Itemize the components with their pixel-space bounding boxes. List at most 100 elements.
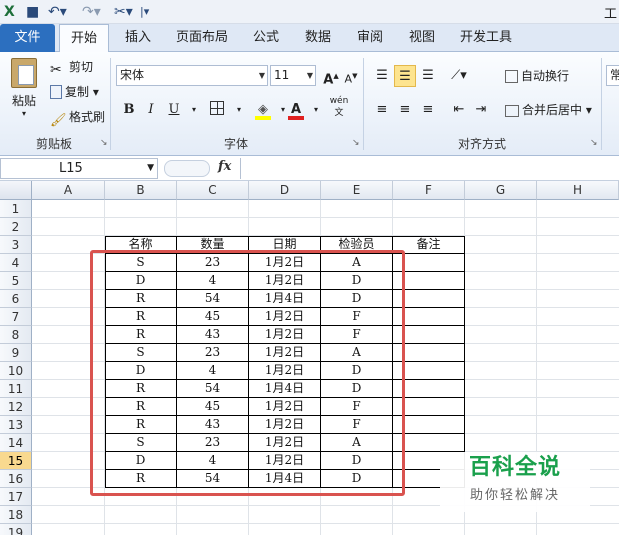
cut-button[interactable]: ✂ 剪切 [50, 58, 93, 78]
align-bottom-button[interactable]: ☰ [417, 65, 439, 87]
row-header-2[interactable]: 2 [0, 218, 32, 236]
row-header-10[interactable]: 10 [0, 362, 32, 380]
formula-bar-divider [164, 160, 210, 177]
format-painter-button[interactable]: 🖌 格式刷 [50, 108, 105, 129]
fill-color-button[interactable]: ◈ [252, 99, 274, 121]
chevron-down-icon: ▼ [147, 163, 154, 173]
excel-logo-icon: X [4, 4, 15, 20]
column-header-a[interactable]: A [32, 181, 105, 200]
merge-cells-icon [505, 105, 519, 117]
grow-font-button[interactable]: A▲ [320, 65, 342, 87]
column-header-g[interactable]: G [465, 181, 537, 200]
align-left-icon: ≡ [376, 102, 388, 117]
border-icon [210, 101, 224, 115]
tab-formulas[interactable]: 公式 [246, 24, 286, 52]
tab-insert[interactable]: 插入 [118, 24, 158, 52]
row-header-9[interactable]: 9 [0, 344, 32, 362]
copy-label: 复制 [65, 85, 90, 99]
wrap-text-button[interactable]: 自动换行 [505, 67, 569, 85]
column-header-b[interactable]: B [105, 181, 177, 200]
row-header-19[interactable]: 19 [0, 524, 32, 535]
window-title: 工 [603, 7, 617, 22]
row-header-8[interactable]: 8 [0, 326, 32, 344]
border-dropdown-icon[interactable]: ▾ [228, 99, 250, 121]
row-header-4[interactable]: 4 [0, 254, 32, 272]
customize-tools-icon[interactable]: ✂▾ [114, 3, 133, 21]
row-header-16[interactable]: 16 [0, 470, 32, 488]
font-color-dropdown-icon[interactable]: ▾ [305, 99, 327, 121]
align-center-button[interactable]: ≡ [394, 99, 416, 121]
column-header-f[interactable]: F [393, 181, 465, 200]
tab-data[interactable]: 数据 [298, 24, 338, 52]
redo-icon[interactable]: ↷▾ [82, 3, 101, 21]
align-middle-button[interactable]: ☰ [394, 65, 416, 87]
alignment-launcher-icon[interactable]: ↘ [590, 138, 598, 148]
undo-icon[interactable]: ↶▾ [48, 3, 67, 21]
row-header-18[interactable]: 18 [0, 506, 32, 524]
column-header-h[interactable]: H [537, 181, 619, 200]
row-header-13[interactable]: 13 [0, 416, 32, 434]
merge-center-label: 合并后居中 [522, 103, 583, 117]
align-right-icon: ≡ [422, 102, 434, 117]
watermark: 百科全说 助你轻松解决 [440, 452, 590, 512]
save-icon[interactable]: ■ [26, 3, 39, 21]
select-all-corner[interactable] [0, 181, 32, 200]
insert-function-icon[interactable]: fx [218, 159, 231, 174]
tab-review[interactable]: 审阅 [350, 24, 390, 52]
font-color-button[interactable]: A [285, 99, 307, 121]
tab-file[interactable]: 文件 [0, 24, 55, 52]
underline-dropdown-icon[interactable]: ▾ [183, 99, 205, 121]
align-left-button[interactable]: ≡ [371, 99, 393, 121]
orientation-button[interactable]: ⟋▾ [448, 65, 470, 87]
shrink-font-button[interactable]: A▼ [340, 65, 362, 87]
customize-qat-icon[interactable]: |▾ [140, 3, 149, 21]
alignment-group-label: 对齐方式 [457, 137, 506, 151]
row-header-3[interactable]: 3 [0, 236, 32, 254]
tab-page-layout[interactable]: 页面布局 [170, 24, 234, 52]
copy-button[interactable]: 复制 ▾ [50, 83, 99, 101]
bold-button[interactable]: B [118, 99, 140, 121]
column-header-d[interactable]: D [249, 181, 321, 200]
align-right-button[interactable]: ≡ [417, 99, 439, 121]
row-header-12[interactable]: 12 [0, 398, 32, 416]
decrease-indent-button[interactable]: ⇤ [448, 99, 470, 121]
tab-home[interactable]: 开始 [59, 24, 109, 53]
clipboard-launcher-icon[interactable]: ↘ [100, 138, 108, 148]
underline-button[interactable]: U [163, 99, 185, 121]
column-header-c[interactable]: C [177, 181, 249, 200]
row-header-15[interactable]: 15 [0, 452, 32, 470]
row-header-6[interactable]: 6 [0, 290, 32, 308]
align-bottom-icon: ☰ [422, 68, 434, 83]
number-format-value: 常 [610, 68, 619, 82]
tab-developer[interactable]: 开发工具 [456, 24, 516, 52]
row-header-14[interactable]: 14 [0, 434, 32, 452]
italic-button[interactable]: I [140, 99, 162, 121]
name-box[interactable]: L15 ▼ [0, 158, 158, 179]
formula-input[interactable] [240, 158, 619, 179]
increase-indent-button[interactable]: ⇥ [470, 99, 492, 121]
clipboard-group-label: 剪贴板 [35, 137, 72, 151]
number-format-combo[interactable]: 常 [606, 65, 619, 86]
font-size-combo[interactable]: 11 ▼ [270, 65, 316, 86]
column-header-e[interactable]: E [321, 181, 393, 200]
orientation-icon: ⟋▾ [451, 68, 467, 83]
merge-center-button[interactable]: 合并后居中 ▾ [505, 101, 592, 119]
tab-view[interactable]: 视图 [402, 24, 442, 52]
border-button[interactable] [206, 99, 228, 121]
align-center-icon: ≡ [399, 102, 411, 117]
paste-button[interactable]: 粘贴 ▾ [8, 58, 40, 118]
row-header-5[interactable]: 5 [0, 272, 32, 290]
row-header-7[interactable]: 7 [0, 308, 32, 326]
row-header-11[interactable]: 11 [0, 380, 32, 398]
font-name-combo[interactable]: 宋体 ▼ [116, 65, 268, 86]
row-header-17[interactable]: 17 [0, 488, 32, 506]
copy-icon [50, 85, 62, 99]
phonetic-icon: wén 文 [329, 96, 349, 118]
font-launcher-icon[interactable]: ↘ [352, 138, 360, 148]
quick-access-toolbar: X ■ ↶▾ ↷▾ ✂▾ |▾ 工 [0, 0, 619, 24]
phonetic-button[interactable]: wén 文 [326, 95, 352, 125]
row-header-1[interactable]: 1 [0, 200, 32, 218]
ribbon-home: 粘贴 ▾ ✂ 剪切 复制 ▾ 🖌 格式刷 剪贴板 ↘ 宋体 ▼ 11 ▼ A▲ A▼ B… [0, 52, 619, 156]
align-top-button[interactable]: ☰ [371, 65, 393, 87]
watermark-subtitle: 助你轻松解决 [469, 488, 560, 503]
